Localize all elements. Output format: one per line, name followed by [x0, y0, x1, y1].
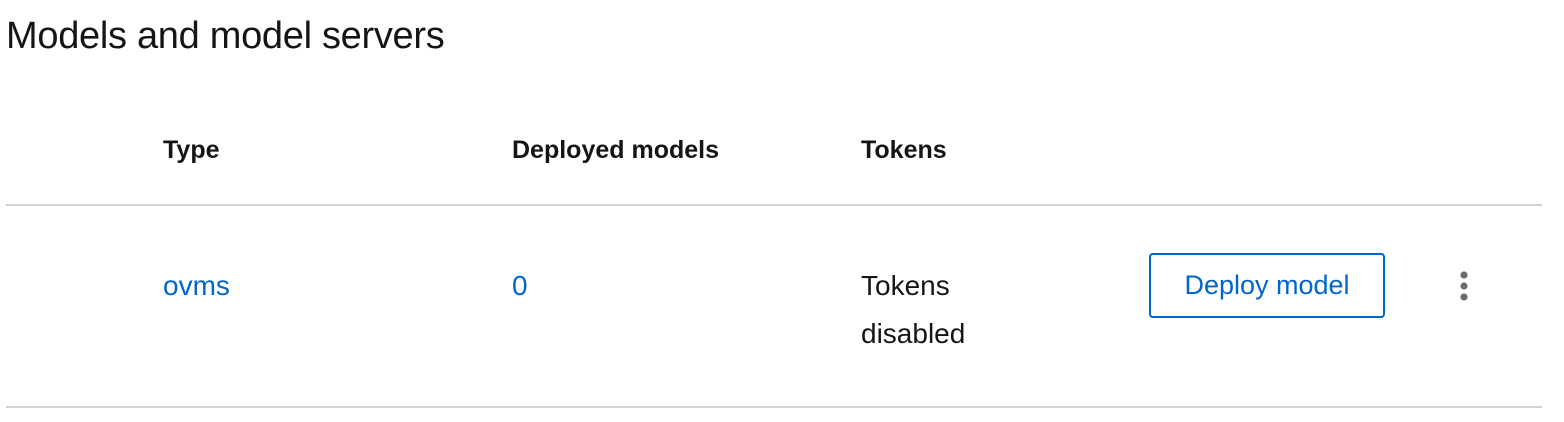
models-and-model-servers-section: Models and model servers Type Deployed m… — [0, 0, 1564, 422]
row-actions-kebab-button[interactable] — [1446, 266, 1482, 306]
tokens-status-line2: disabled — [861, 318, 966, 349]
section-title: Models and model servers — [6, 15, 445, 57]
table-row: ovms 0 Tokens disabled Deploy model — [6, 206, 1542, 408]
tokens-status: Tokens disabled — [861, 262, 1021, 358]
column-header-tokens: Tokens — [861, 136, 947, 164]
column-header-type: Type — [163, 136, 220, 164]
model-server-type-link[interactable]: ovms — [163, 262, 230, 310]
deployed-models-count-link[interactable]: 0 — [512, 262, 528, 310]
kebab-vertical-icon — [1460, 271, 1468, 301]
tokens-status-line1: Tokens — [861, 270, 950, 301]
table-header: Type Deployed models Tokens — [6, 108, 1542, 206]
model-servers-table: Type Deployed models Tokens ovms 0 Token… — [6, 108, 1542, 408]
column-header-deployed-models: Deployed models — [512, 136, 719, 164]
deploy-model-button[interactable]: Deploy model — [1149, 253, 1385, 318]
